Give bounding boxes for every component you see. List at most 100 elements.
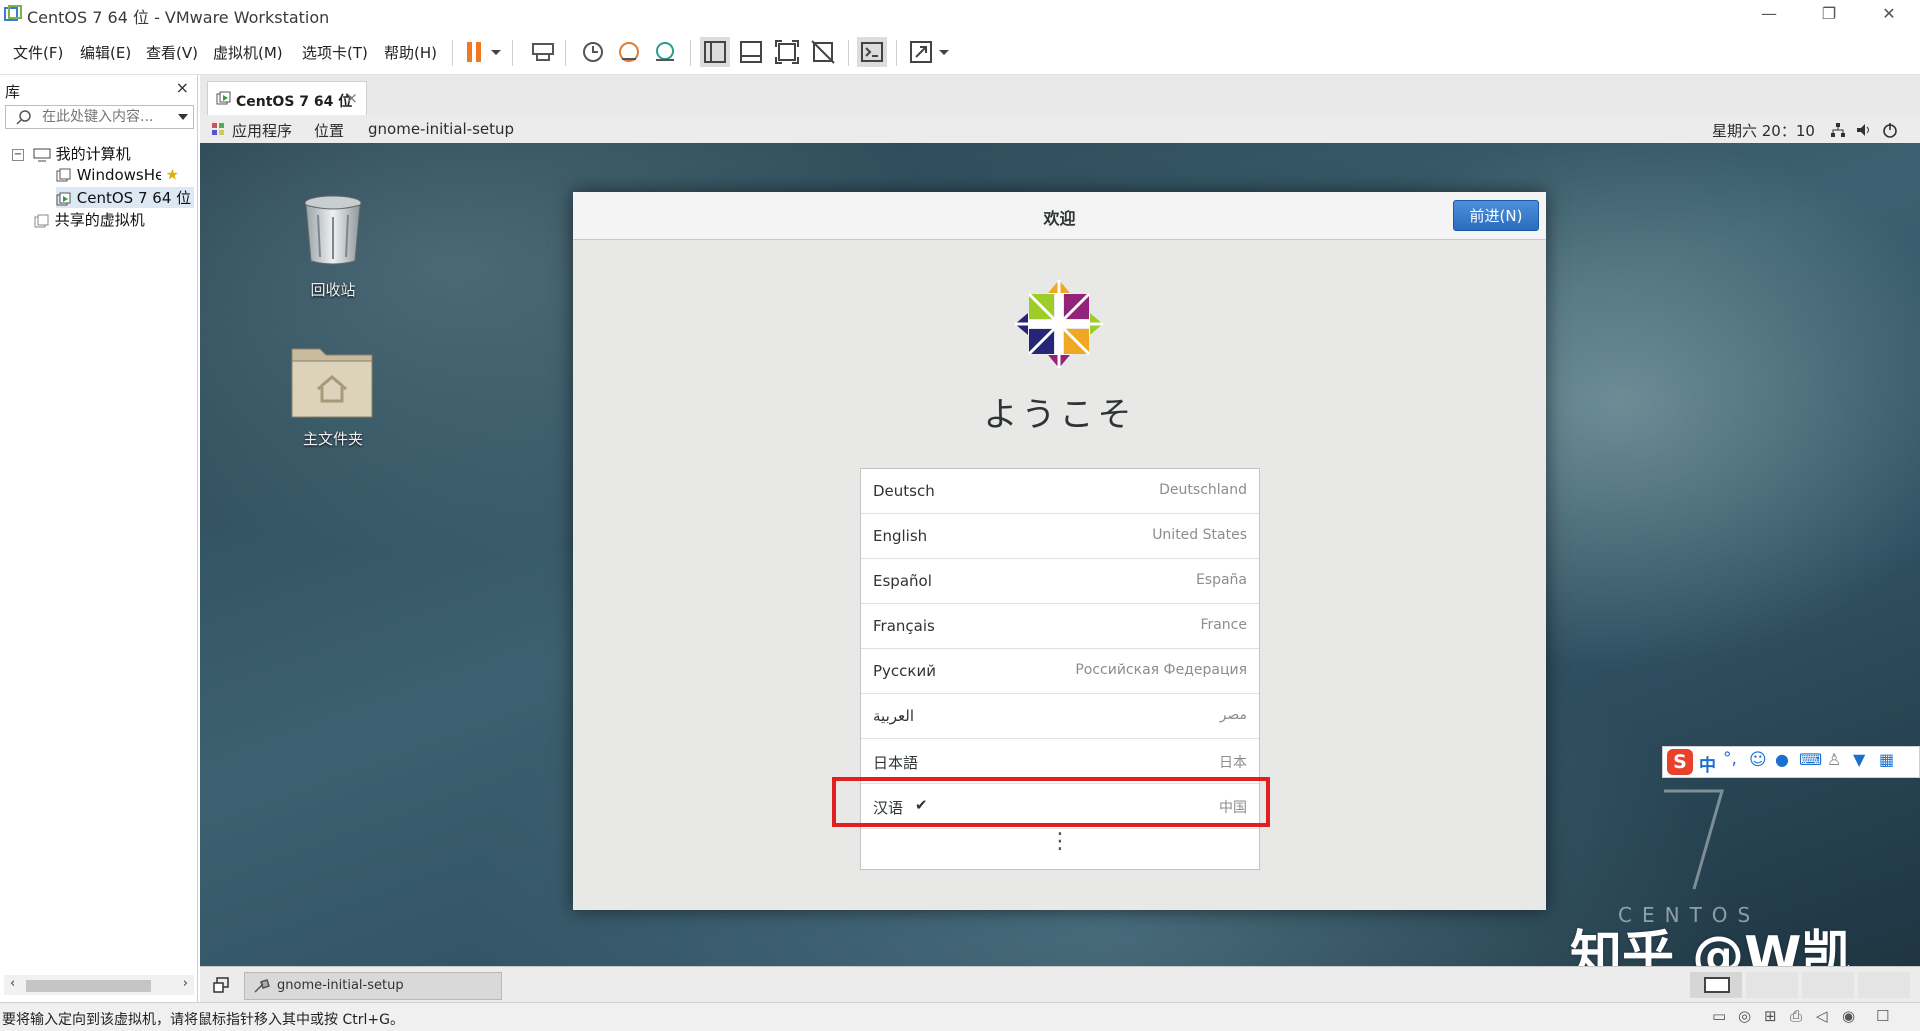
volume-icon[interactable] bbox=[1856, 122, 1872, 138]
ime-chinese-mode[interactable]: 中 bbox=[1699, 751, 1716, 776]
more-languages-button[interactable]: ⋮ bbox=[861, 831, 1259, 853]
hard-disk-icon[interactable]: ▭ bbox=[1712, 1007, 1726, 1025]
centos-logo-icon bbox=[1015, 280, 1103, 368]
ime-skin-icon[interactable]: ▼ bbox=[1853, 750, 1865, 769]
tab-label: CentOS 7 64 位 bbox=[236, 94, 353, 110]
welcome-heading: ようこそ bbox=[983, 395, 1136, 435]
menu-vm[interactable]: 虚拟机(M) bbox=[213, 42, 283, 63]
menu-file[interactable]: 文件(F) bbox=[13, 42, 63, 63]
language-name: English bbox=[873, 527, 928, 545]
gnome-applications-menu[interactable]: 应用程序 bbox=[232, 120, 292, 141]
revert-snapshot-icon[interactable] bbox=[614, 37, 644, 67]
ime-user-icon[interactable]: ♙ bbox=[1827, 750, 1841, 769]
language-name: Español bbox=[873, 572, 932, 590]
workspace-window-thumb bbox=[1704, 977, 1730, 993]
library-search-input[interactable] bbox=[40, 108, 164, 126]
console-icon[interactable] bbox=[857, 37, 887, 67]
home-folder-icon[interactable] bbox=[290, 339, 374, 419]
sidebar-horizontal-scrollbar[interactable]: ‹ › bbox=[4, 975, 194, 995]
language-row-english[interactable]: English United States bbox=[861, 514, 1259, 559]
tree-label: 我的计算机 bbox=[55, 145, 131, 163]
workspace-switcher[interactable] bbox=[1690, 972, 1910, 998]
trash-icon[interactable] bbox=[300, 193, 366, 267]
dropdown-icon[interactable] bbox=[936, 37, 952, 67]
tree-label: WindowsHe bbox=[76, 165, 161, 184]
gnome-clock[interactable]: 星期六 20：10 bbox=[1712, 120, 1815, 141]
printer-icon[interactable]: ⎙ bbox=[1790, 1007, 1802, 1025]
language-row-espanol[interactable]: Español España bbox=[861, 559, 1259, 604]
tree-shared-vms[interactable]: 共享的虚拟机 bbox=[34, 209, 145, 230]
toolbar-separator bbox=[565, 40, 566, 66]
minimize-button[interactable]: — bbox=[1740, 0, 1798, 30]
tab-centos[interactable]: CentOS 7 64 位 × bbox=[207, 81, 367, 115]
scroll-right-icon[interactable]: › bbox=[183, 976, 188, 991]
language-row-russian[interactable]: Русский Российская Федерация bbox=[861, 649, 1259, 694]
tree-item-centos[interactable]: CentOS 7 64 位 bbox=[56, 187, 194, 208]
show-desktop-icon[interactable] bbox=[212, 976, 230, 994]
usb-icon[interactable]: ◉ bbox=[1842, 1007, 1855, 1025]
language-region: مصر bbox=[1219, 707, 1247, 723]
language-row-francais[interactable]: Français France bbox=[861, 604, 1259, 649]
taskbar-item-initial-setup[interactable]: gnome-initial-setup bbox=[244, 972, 502, 1000]
workspace-2[interactable] bbox=[1746, 972, 1798, 998]
menu-help[interactable]: 帮助(H) bbox=[384, 42, 437, 63]
network-icon[interactable] bbox=[1830, 122, 1846, 138]
menu-tabs[interactable]: 选项卡(T) bbox=[302, 42, 368, 63]
ime-keyboard-icon[interactable]: ⌨ bbox=[1799, 750, 1822, 769]
search-icon bbox=[16, 110, 31, 125]
tab-close-button[interactable]: × bbox=[345, 89, 358, 107]
network-adapter-icon[interactable]: ⊞ bbox=[1764, 1007, 1777, 1025]
gnome-app-name[interactable]: gnome-initial-setup bbox=[368, 120, 514, 138]
library-sidebar: 库 × − 我的计算机 WindowsHe ★ CentOS 7 64 位 共享… bbox=[0, 75, 198, 1002]
dropdown-icon[interactable] bbox=[488, 37, 504, 67]
ime-emoji-icon[interactable]: ☺ bbox=[1749, 750, 1767, 770]
ime-voice-icon[interactable]: ● bbox=[1775, 750, 1789, 769]
sidebar-view-icon[interactable] bbox=[700, 37, 730, 67]
power-icon[interactable] bbox=[1882, 122, 1898, 138]
window-title: CentOS 7 64 位 - VMware Workstation bbox=[27, 8, 330, 27]
tree-item-windows[interactable]: WindowsHe ★ bbox=[56, 165, 192, 184]
tree-label: CentOS 7 64 位 bbox=[76, 189, 192, 207]
scrollbar-thumb[interactable] bbox=[26, 980, 151, 992]
unity-icon[interactable] bbox=[808, 37, 838, 67]
tree-my-computer[interactable]: − 我的计算机 bbox=[12, 143, 131, 164]
language-row-arabic[interactable]: العربية مصر bbox=[861, 694, 1259, 739]
sogou-ime-toolbar[interactable]: S 中 °, ☺ ● ⌨ ♙ ▼ ▦ bbox=[1662, 746, 1920, 778]
vm-icon bbox=[56, 168, 71, 181]
language-name: Deutsch bbox=[873, 482, 935, 500]
pause-icon[interactable] bbox=[460, 37, 490, 67]
chevron-down-icon[interactable] bbox=[177, 112, 189, 122]
workspace-1[interactable] bbox=[1690, 972, 1742, 998]
send-keys-icon[interactable] bbox=[528, 37, 558, 67]
fullscreen-icon[interactable] bbox=[772, 37, 802, 67]
library-search[interactable] bbox=[5, 105, 194, 129]
snapshot-icon[interactable] bbox=[578, 37, 608, 67]
language-row-deutsch[interactable]: Deutsch Deutschland bbox=[861, 469, 1259, 514]
workspace-3[interactable] bbox=[1802, 972, 1854, 998]
close-window-button[interactable]: ✕ bbox=[1860, 0, 1918, 30]
thumbnail-view-icon[interactable] bbox=[736, 37, 766, 67]
vm-running-icon bbox=[56, 192, 71, 205]
restore-button[interactable]: ❐ bbox=[1800, 0, 1858, 30]
cd-dvd-icon[interactable]: ◎ bbox=[1738, 1007, 1751, 1025]
message-log-icon[interactable]: ☐ bbox=[1876, 1007, 1889, 1025]
trash-label: 回收站 bbox=[310, 281, 356, 299]
favorite-star-icon: ★ bbox=[165, 165, 180, 184]
ime-toolbox-icon[interactable]: ▦ bbox=[1879, 750, 1894, 769]
snapshot-manager-icon[interactable] bbox=[650, 37, 680, 67]
sound-card-icon[interactable]: ◁ bbox=[1816, 1007, 1828, 1025]
menu-view[interactable]: 查看(V) bbox=[146, 42, 198, 63]
gnome-places-menu[interactable]: 位置 bbox=[314, 120, 344, 141]
ime-punctuation-icon[interactable]: °, bbox=[1723, 749, 1737, 769]
language-region: España bbox=[1195, 572, 1247, 588]
collapse-icon[interactable]: − bbox=[12, 148, 24, 161]
language-region: 日本 bbox=[1219, 755, 1247, 771]
language-name: Русский bbox=[873, 662, 936, 680]
scroll-left-icon[interactable]: ‹ bbox=[10, 976, 15, 991]
library-close-button[interactable]: × bbox=[176, 78, 189, 97]
next-button[interactable]: 前进(N) bbox=[1453, 200, 1539, 231]
menu-edit[interactable]: 编辑(E) bbox=[80, 42, 131, 63]
gnome-apps-icon bbox=[212, 123, 224, 135]
workspace-4[interactable] bbox=[1858, 972, 1910, 998]
stretch-icon[interactable] bbox=[906, 37, 936, 67]
